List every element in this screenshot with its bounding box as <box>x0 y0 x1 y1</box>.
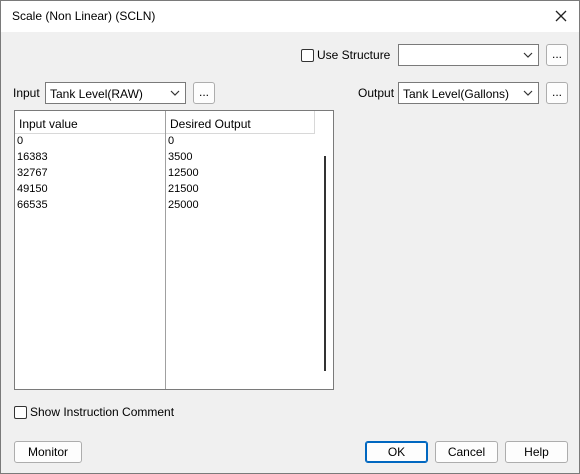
table-cell[interactable]: 25000 <box>168 199 199 211</box>
column-header-desired-output[interactable]: Desired Output <box>166 111 315 134</box>
output-browse-button[interactable]: ... <box>546 82 568 104</box>
chevron-down-icon <box>170 90 180 96</box>
output-select[interactable]: Tank Level(Gallons) <box>398 82 539 104</box>
table-cell[interactable]: 32767 <box>17 167 48 179</box>
table-cell[interactable]: 0 <box>17 135 23 147</box>
column-header-input-value[interactable]: Input value <box>15 111 165 134</box>
table-cell[interactable]: 3500 <box>168 151 192 163</box>
output-value: Tank Level(Gallons) <box>403 87 510 101</box>
show-comment-checkbox[interactable] <box>14 406 27 419</box>
table-cell[interactable]: 16383 <box>17 151 48 163</box>
chevron-down-icon <box>523 52 533 58</box>
input-select[interactable]: Tank Level(RAW) <box>45 82 186 104</box>
input-browse-button[interactable]: ... <box>193 82 215 104</box>
window-title: Scale (Non Linear) (SCLN) <box>12 9 156 23</box>
close-icon <box>555 10 567 22</box>
use-structure-checkbox[interactable] <box>301 49 314 62</box>
chevron-down-icon <box>523 90 533 96</box>
scale-table[interactable]: Input value Desired Output 0 0 16383 350… <box>14 110 334 390</box>
cancel-button[interactable]: Cancel <box>435 441 498 463</box>
scln-dialog: Scale (Non Linear) (SCLN) Use Structure … <box>0 0 580 474</box>
ok-button[interactable]: OK <box>365 441 428 463</box>
close-button[interactable] <box>549 5 573 27</box>
header-divider <box>314 111 315 134</box>
input-value: Tank Level(RAW) <box>50 87 143 101</box>
column-header-label: Input value <box>19 117 78 131</box>
table-cell[interactable]: 21500 <box>168 183 199 195</box>
help-button[interactable]: Help <box>505 441 568 463</box>
vertical-scrollbar[interactable] <box>324 156 326 371</box>
title-bar: Scale (Non Linear) (SCLN) <box>1 1 579 32</box>
input-label: Input <box>13 86 40 100</box>
output-label: Output <box>358 86 395 100</box>
column-divider <box>165 111 166 389</box>
show-comment-label: Show Instruction Comment <box>30 405 175 419</box>
use-structure-label: Use Structure <box>317 48 391 62</box>
use-structure-select[interactable] <box>398 44 539 66</box>
use-structure-browse-button[interactable]: ... <box>546 44 568 66</box>
table-cell[interactable]: 12500 <box>168 167 199 179</box>
monitor-button[interactable]: Monitor <box>14 441 82 463</box>
column-header-label: Desired Output <box>170 117 251 131</box>
table-cell[interactable]: 49150 <box>17 183 48 195</box>
table-cell[interactable]: 66535 <box>17 199 48 211</box>
table-cell[interactable]: 0 <box>168 135 174 147</box>
